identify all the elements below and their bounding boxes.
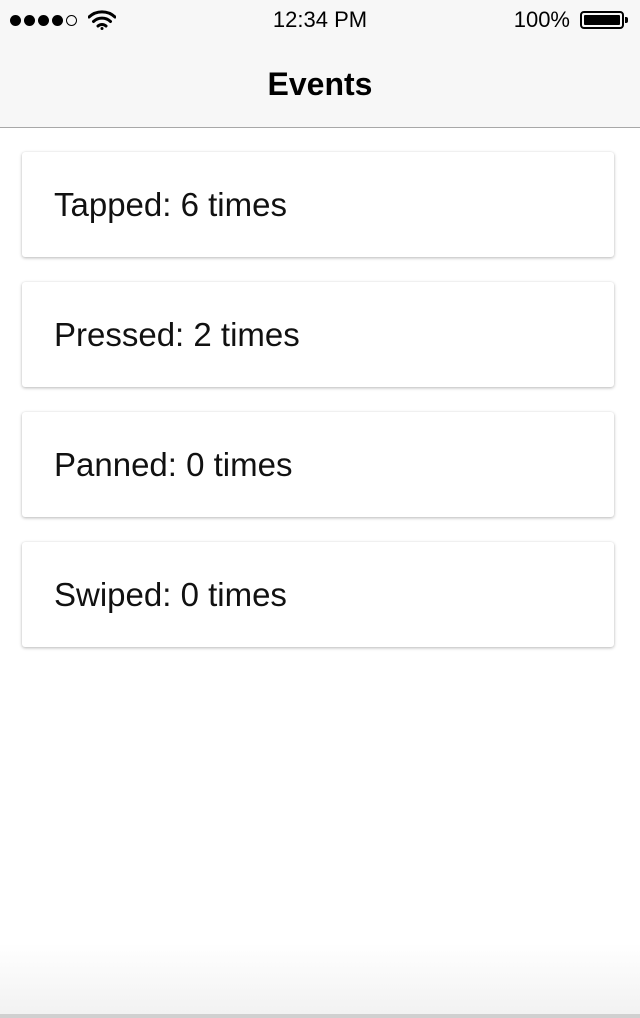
page-title: Events [267, 66, 373, 102]
navigation-bar: Events [0, 40, 640, 128]
event-card-swiped[interactable]: Swiped: 0 times [22, 542, 614, 647]
bottom-fade [0, 943, 640, 1018]
battery-icon [580, 11, 628, 29]
event-label: Swiped: 0 times [54, 575, 287, 613]
event-list: Tapped: 6 times Pressed: 2 times Panned:… [22, 152, 614, 672]
battery-fill [584, 15, 620, 25]
status-bar: 12:34 PM 100% [0, 0, 640, 40]
events-screen: 12:34 PM 100% Events Tapped: 6 times Pre… [0, 0, 640, 1018]
event-card-panned[interactable]: Panned: 0 times [22, 412, 614, 517]
event-label: Tapped: 6 times [54, 185, 287, 223]
battery-percent: 100% [513, 7, 570, 32]
event-card-pressed[interactable]: Pressed: 2 times [22, 282, 614, 387]
event-label: Pressed: 2 times [54, 315, 300, 353]
event-label: Panned: 0 times [54, 445, 293, 483]
event-card-tapped[interactable]: Tapped: 6 times [22, 152, 614, 257]
